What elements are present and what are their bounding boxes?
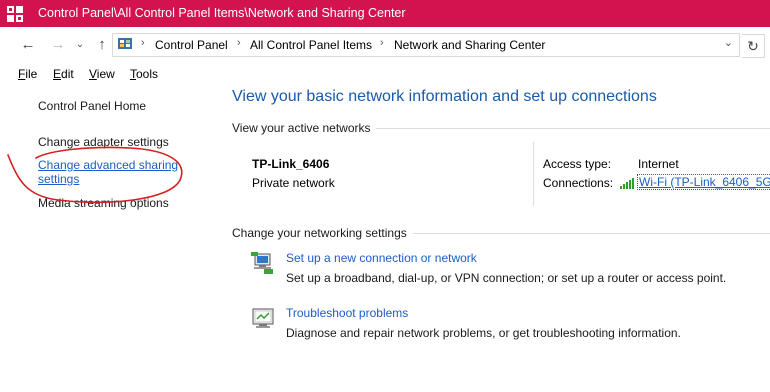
divider <box>533 142 534 206</box>
change-adapter-settings-link[interactable]: Change adapter settings <box>38 135 169 149</box>
network-type: Private network <box>252 176 335 190</box>
network-name: TP-Link_6406 <box>252 157 330 171</box>
new-connection-icon <box>250 250 276 276</box>
up-icon[interactable]: ↑ <box>94 37 110 53</box>
breadcrumb-separator-icon: › <box>237 37 241 49</box>
wifi-connection-link[interactable]: Wi-Fi (TP-Link_6406_5G) <box>637 174 770 190</box>
control-panel-icon <box>117 36 133 52</box>
control-panel-home-link[interactable]: Control Panel Home <box>38 99 146 113</box>
title-bar[interactable]: Control Panel\All Control Panel Items\Ne… <box>0 0 770 27</box>
networking-settings-heading: Change your networking settings <box>232 226 407 240</box>
breadcrumb-all-items[interactable]: All Control Panel Items <box>250 38 372 52</box>
menu-view[interactable]: View <box>89 67 115 81</box>
address-bar[interactable]: › Control Panel › All Control Panel Item… <box>112 33 740 57</box>
connections-label: Connections: <box>543 176 614 190</box>
media-streaming-options-link[interactable]: Media streaming options <box>38 196 169 210</box>
back-icon[interactable]: ← <box>20 37 36 53</box>
troubleshoot-problems-link[interactable]: Troubleshoot problems <box>286 306 408 320</box>
page-title: View your basic network information and … <box>232 88 657 105</box>
refresh-icon[interactable]: ↻ <box>742 34 765 58</box>
change-advanced-sharing-link[interactable]: Change advanced sharing settings <box>38 158 178 186</box>
forward-icon[interactable]: → <box>50 37 66 53</box>
setup-new-connection-desc: Set up a broadband, dial-up, or VPN conn… <box>286 271 727 285</box>
divider <box>376 128 770 129</box>
setup-new-connection-link[interactable]: Set up a new connection or network <box>286 251 477 265</box>
breadcrumb-network-center[interactable]: Network and Sharing Center <box>394 38 545 52</box>
recent-chevron-icon[interactable]: ⌄ <box>72 37 88 53</box>
menu-tools[interactable]: Tools <box>130 67 158 81</box>
troubleshoot-icon <box>250 305 276 331</box>
window-title: Control Panel\All Control Panel Items\Ne… <box>38 6 406 20</box>
menu-edit[interactable]: Edit <box>53 67 74 81</box>
access-type-value: Internet <box>638 157 679 171</box>
menu-file[interactable]: File <box>18 67 37 81</box>
control-panel-icon <box>6 5 24 23</box>
access-type-label: Access type: <box>543 157 612 171</box>
breadcrumb-separator-icon: › <box>141 37 145 49</box>
troubleshoot-problems-desc: Diagnose and repair network problems, or… <box>286 326 681 340</box>
chevron-down-icon[interactable]: ⌄ <box>724 36 733 49</box>
breadcrumb-separator-icon: › <box>380 37 384 49</box>
breadcrumb-control-panel[interactable]: Control Panel <box>155 38 228 52</box>
active-networks-heading: View your active networks <box>232 121 371 135</box>
wifi-signal-icon <box>619 177 635 189</box>
address-row: ← → ⌄ ↑ › Control Panel › All Control Pa… <box>0 27 770 63</box>
divider <box>413 233 770 234</box>
